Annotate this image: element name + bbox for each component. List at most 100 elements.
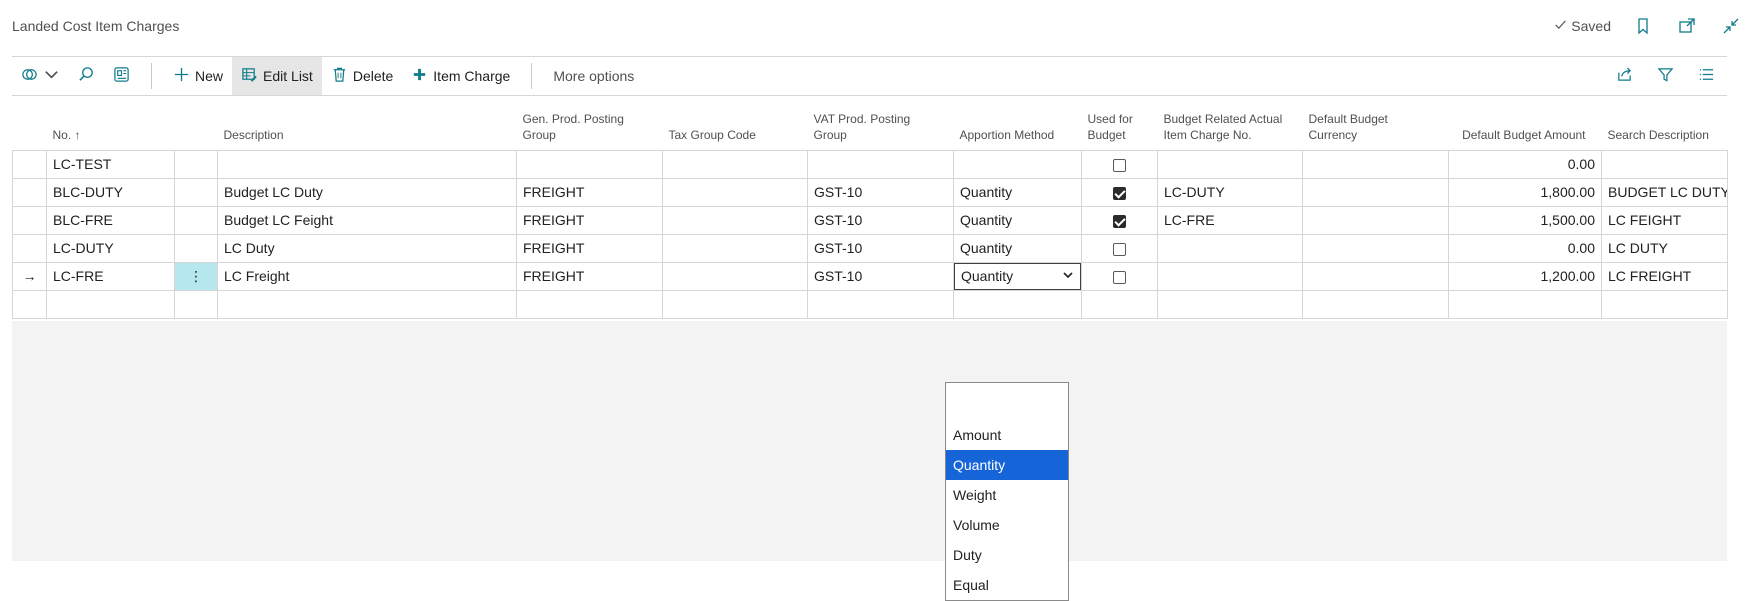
list-view-button[interactable] — [1694, 57, 1719, 95]
column-header-no[interactable]: No. ↑ — [47, 106, 175, 150]
cell-default-budget-amount[interactable]: 1,500.00 — [1448, 205, 1602, 235]
empty-cell[interactable] — [1302, 289, 1449, 319]
dropdown-option[interactable] — [946, 383, 1068, 420]
column-header-vat-prod-posting-group[interactable]: VAT Prod. Posting Group — [808, 106, 954, 150]
dropdown-option[interactable]: Equal — [946, 570, 1068, 600]
used-for-budget-checkbox[interactable] — [1113, 242, 1126, 256]
cell-vat-prod-posting-group[interactable] — [807, 149, 954, 179]
cell-row-menu[interactable] — [174, 205, 218, 235]
cell-no[interactable]: LC-FRE — [46, 261, 175, 291]
item-charge-button[interactable]: Item Charge — [402, 57, 519, 95]
cell-vat-prod-posting-group[interactable]: GST-10 — [807, 233, 954, 263]
table-row[interactable]: → LC-FRE ⋮ LC Freight FREIGHT GST-10 Quantity 1… — [12, 261, 1728, 291]
cell-apportion-method[interactable]: Quantity — [953, 233, 1082, 263]
cell-vat-prod-posting-group[interactable]: GST-10 — [807, 261, 954, 291]
column-header-default-budget-currency[interactable]: Default Budget Currency — [1303, 106, 1449, 150]
cell-tax-group-code[interactable] — [662, 261, 808, 291]
collapse-icon[interactable] — [1719, 14, 1743, 38]
cell-budget-related-item-charge[interactable] — [1157, 149, 1303, 179]
more-options-button[interactable]: More options — [544, 57, 643, 95]
column-header-description[interactable]: Description — [218, 106, 517, 150]
cell-default-budget-currency[interactable] — [1302, 233, 1449, 263]
cell-row-menu[interactable] — [174, 233, 218, 263]
filter-button[interactable] — [1653, 57, 1678, 95]
share-button[interactable] — [1612, 57, 1637, 95]
cell-budget-related-item-charge[interactable]: LC-DUTY — [1157, 177, 1303, 207]
cell-default-budget-currency[interactable] — [1302, 177, 1449, 207]
column-header-used-for-budget[interactable]: Used for Budget — [1082, 106, 1158, 150]
cell-budget-related-item-charge[interactable]: LC-FRE — [1157, 205, 1303, 235]
cell-gen-prod-posting-group[interactable] — [516, 149, 663, 179]
column-header-gen-prod-posting-group[interactable]: Gen. Prod. Posting Group — [517, 106, 663, 150]
used-for-budget-checkbox[interactable] — [1113, 270, 1126, 284]
cell-no[interactable]: LC-DUTY — [46, 233, 175, 263]
row-menu-button[interactable]: ⋮ — [174, 261, 218, 291]
new-button[interactable]: New — [164, 57, 232, 95]
empty-cell[interactable] — [1081, 289, 1158, 319]
bookmark-icon[interactable] — [1631, 14, 1655, 38]
column-header-tax-group-code[interactable]: Tax Group Code — [663, 106, 808, 150]
dropdown-option[interactable]: Quantity — [946, 450, 1068, 480]
empty-cell[interactable] — [662, 289, 808, 319]
cell-search-description[interactable]: BUDGET LC DUTY — [1601, 177, 1728, 207]
cell-used-for-budget[interactable] — [1081, 149, 1158, 179]
cell-gen-prod-posting-group[interactable]: FREIGHT — [516, 177, 663, 207]
cell-search-description[interactable] — [1601, 149, 1728, 179]
empty-cell[interactable] — [953, 289, 1082, 319]
edit-list-button[interactable]: Edit List — [232, 57, 322, 95]
cell-no[interactable]: BLC-FRE — [46, 205, 175, 235]
cell-vat-prod-posting-group[interactable]: GST-10 — [807, 177, 954, 207]
analysis-mode-button[interactable] — [12, 57, 69, 95]
cell-row-menu[interactable] — [174, 149, 218, 179]
cell-budget-related-item-charge[interactable] — [1157, 233, 1303, 263]
cell-search-description[interactable]: LC FEIGHT — [1601, 205, 1728, 235]
open-new-window-icon[interactable] — [1675, 14, 1699, 38]
column-header-default-budget-amount[interactable]: Default Budget Amount — [1449, 106, 1602, 150]
empty-cell[interactable] — [807, 289, 954, 319]
cell-used-for-budget[interactable] — [1081, 233, 1158, 263]
cell-default-budget-currency[interactable] — [1302, 205, 1449, 235]
apportion-method-dropdown-list[interactable]: Amount Quantity Weight Volume Duty Equal — [945, 382, 1069, 601]
empty-cell[interactable] — [1157, 289, 1303, 319]
dropdown-option[interactable]: Duty — [946, 540, 1068, 570]
column-header-search-description[interactable]: Search Description — [1602, 106, 1728, 150]
delete-button[interactable]: Delete — [322, 57, 402, 95]
apportion-method-select-box[interactable]: Quantity — [954, 263, 1081, 289]
cell-default-budget-currency[interactable] — [1302, 149, 1449, 179]
cell-description[interactable] — [217, 149, 517, 179]
cell-tax-group-code[interactable] — [662, 177, 808, 207]
table-row[interactable]: LC-DUTY LC Duty FREIGHT GST-10 Quantity 0.00 L… — [12, 233, 1728, 263]
table-row[interactable]: LC-TEST 0.00 — [12, 149, 1728, 179]
cell-description[interactable]: LC Freight — [217, 261, 517, 291]
cell-search-description[interactable]: LC FREIGHT — [1601, 261, 1728, 291]
cell-tax-group-code[interactable] — [662, 149, 808, 179]
cell-vat-prod-posting-group[interactable]: GST-10 — [807, 205, 954, 235]
empty-cell[interactable] — [174, 289, 218, 319]
cell-used-for-budget[interactable] — [1081, 261, 1158, 291]
cell-default-budget-amount[interactable]: 1,800.00 — [1448, 177, 1602, 207]
cell-description[interactable]: Budget LC Feight — [217, 205, 517, 235]
table-row[interactable]: BLC-FRE Budget LC Feight FREIGHT GST-10 Quan… — [12, 205, 1728, 235]
dropdown-option[interactable]: Amount — [946, 420, 1068, 450]
cell-gen-prod-posting-group[interactable]: FREIGHT — [516, 233, 663, 263]
empty-cell[interactable] — [12, 289, 47, 319]
cell-tax-group-code[interactable] — [662, 233, 808, 263]
page-view-button[interactable] — [104, 57, 139, 95]
cell-no[interactable]: LC-TEST — [46, 149, 175, 179]
cell-default-budget-amount[interactable]: 1,200.00 — [1448, 261, 1602, 291]
cell-row-menu[interactable] — [174, 177, 218, 207]
cell-default-budget-amount[interactable]: 0.00 — [1448, 149, 1602, 179]
column-header-apportion-method[interactable]: Apportion Method — [954, 106, 1082, 150]
column-header-budget-related-item-charge[interactable]: Budget Related Actual Item Charge No. — [1158, 106, 1303, 150]
cell-no[interactable]: BLC-DUTY — [46, 177, 175, 207]
table-row-empty[interactable] — [12, 289, 1728, 319]
cell-used-for-budget[interactable] — [1081, 177, 1158, 207]
cell-gen-prod-posting-group[interactable]: FREIGHT — [516, 205, 663, 235]
cell-default-budget-amount[interactable]: 0.00 — [1448, 233, 1602, 263]
cell-gen-prod-posting-group[interactable]: FREIGHT — [516, 261, 663, 291]
empty-cell[interactable] — [516, 289, 663, 319]
used-for-budget-checkbox[interactable] — [1113, 214, 1126, 228]
empty-cell[interactable] — [1601, 289, 1728, 319]
empty-cell[interactable] — [217, 289, 517, 319]
cell-description[interactable]: LC Duty — [217, 233, 517, 263]
